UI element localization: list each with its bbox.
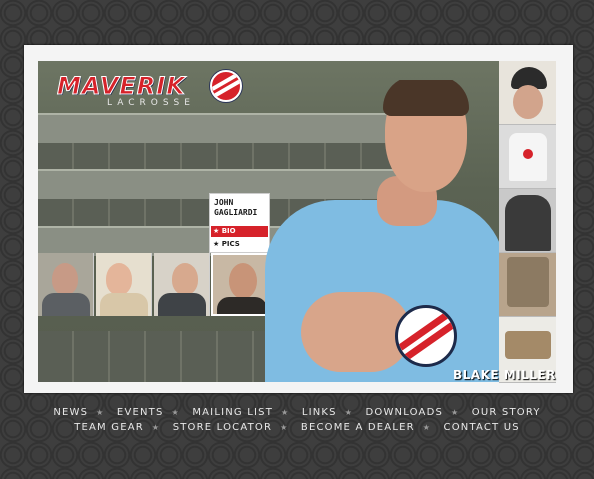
nav-news[interactable]: NEWS	[53, 407, 88, 418]
player-thumbnail[interactable]	[154, 253, 210, 316]
player-body	[217, 297, 267, 314]
player-name: JOHN GAGLIARDI	[214, 198, 257, 218]
star-icon: ★	[213, 227, 220, 235]
bio-label: BIO	[221, 227, 236, 235]
main-nav-row-2: TEAM GEAR ★ STORE LOCATOR ★ BECOME A DEALE…	[0, 422, 594, 433]
shorts-icon	[507, 257, 549, 307]
shirt-logo-icon	[523, 149, 533, 159]
player-face	[513, 85, 543, 119]
logo-subtitle: LACROSSE	[107, 98, 195, 108]
selected-player-thumbnail[interactable]	[211, 253, 270, 316]
player-last-name: GAGLIARDI	[214, 208, 258, 217]
maverik-logo[interactable]: MAVERIK LACROSSE	[55, 70, 242, 112]
player-face	[52, 263, 78, 295]
gear-thumbnail-shorts[interactable]	[499, 253, 556, 317]
logo-wordmark: MAVERIK	[57, 72, 186, 101]
nav-separator-icon: ★	[96, 408, 105, 417]
player-thumbnail[interactable]	[96, 253, 152, 316]
nav-separator-icon: ★	[151, 423, 161, 432]
player-face	[229, 263, 257, 299]
featured-player-caption: BLAKE MILLER	[453, 368, 556, 382]
shirt-logo-icon	[395, 305, 457, 367]
nav-team-gear[interactable]: TEAM GEAR	[74, 422, 144, 433]
nav-store-locator[interactable]: STORE LOCATOR	[173, 422, 272, 433]
nav-separator-icon: ★	[171, 408, 180, 417]
main-nav-row-1: NEWS ★ EVENTS ★ MAILING LIST ★ LINKS ★ DOWNL…	[0, 407, 594, 418]
player-face	[106, 263, 132, 295]
pics-label: PICS	[221, 240, 240, 248]
bag-icon	[505, 331, 551, 359]
player-thumbnail[interactable]	[38, 253, 94, 316]
player-first-name: JOHN	[214, 198, 234, 207]
player-body	[42, 293, 90, 316]
player-bio-card: JOHN GAGLIARDI ★ BIO ★ PICS	[209, 193, 270, 253]
nav-mailing-list[interactable]: MAILING LIST	[192, 407, 273, 418]
player-hair	[383, 80, 469, 116]
nav-separator-icon: ★	[280, 423, 289, 432]
hoodie-icon	[505, 195, 551, 251]
player-body	[100, 293, 148, 316]
logo-emblem-icon	[210, 70, 242, 102]
nav-links[interactable]: LINKS	[302, 407, 337, 418]
gear-thumbnail-cap[interactable]	[499, 61, 556, 125]
nav-our-story[interactable]: OUR STORY	[472, 407, 541, 418]
featured-player-photo	[265, 80, 505, 382]
nav-separator-icon: ★	[451, 408, 460, 417]
star-icon: ★	[213, 240, 220, 248]
nav-separator-icon: ★	[344, 408, 354, 417]
nav-events[interactable]: EVENTS	[117, 407, 164, 418]
nav-contact-us[interactable]: CONTACT US	[444, 422, 520, 433]
stone-wall	[38, 331, 298, 382]
gear-thumbnail-tshirt[interactable]	[499, 125, 556, 189]
player-face	[172, 263, 198, 295]
bio-link[interactable]: ★ BIO	[211, 226, 268, 237]
nav-downloads[interactable]: DOWNLOADS	[365, 407, 443, 418]
gear-thumbnail-hoodie[interactable]	[499, 189, 556, 253]
nav-become-a-dealer[interactable]: BECOME A DEALER	[301, 422, 415, 433]
nav-separator-icon: ★	[422, 423, 432, 432]
pics-link[interactable]: ★ PICS	[211, 239, 268, 250]
player-body	[158, 293, 206, 316]
nav-separator-icon: ★	[281, 408, 290, 417]
